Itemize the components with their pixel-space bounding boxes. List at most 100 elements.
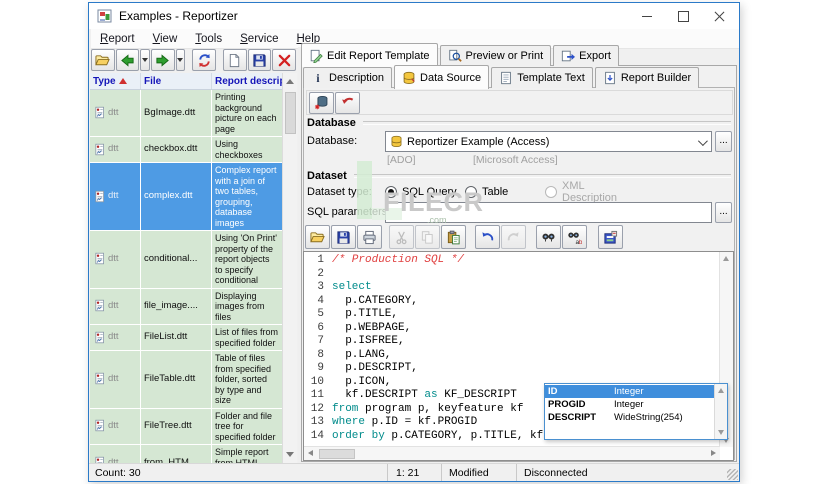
scroll-up-icon[interactable] (718, 388, 724, 393)
back-button[interactable] (115, 49, 140, 71)
save-icon (336, 230, 351, 245)
database-combo[interactable]: Reportizer Example (Access) (385, 131, 712, 152)
status-count: Count: 30 (89, 464, 388, 481)
scroll-left-icon[interactable] (308, 450, 313, 456)
refresh-button[interactable] (192, 49, 216, 71)
editor-horizontal-scrollbar[interactable] (304, 446, 720, 460)
chevron-down-icon[interactable] (697, 136, 708, 147)
scroll-down-icon[interactable] (718, 430, 724, 435)
export-data-button[interactable] (598, 225, 623, 249)
column-header-report-descripti[interactable]: Report descripti... (212, 73, 283, 89)
scroll-up-icon[interactable] (286, 79, 294, 84)
file-row-filetree-dtt[interactable]: dtt FileTree.dtt Folder and file tree for … (90, 408, 283, 445)
menu-view[interactable]: View (144, 33, 187, 45)
tab-export[interactable]: Export (553, 45, 619, 66)
undo-button[interactable] (475, 225, 500, 249)
find-button[interactable] (536, 225, 561, 249)
field-type: WideString(254) (614, 412, 683, 423)
save-sql-button[interactable] (331, 225, 356, 249)
scroll-thumb[interactable] (285, 92, 296, 134)
forward-dropdown-button[interactable] (175, 49, 186, 71)
sql-editor[interactable]: 1 /* Production SQL */ 2 3 select 4 p.CATEGOR… (303, 251, 734, 461)
menu-service[interactable]: Service (231, 33, 287, 45)
file-type-cell: dtt (90, 163, 141, 230)
scroll-thumb[interactable] (319, 449, 355, 459)
radio-table[interactable]: Table (465, 184, 545, 200)
radio-icon[interactable] (465, 186, 477, 198)
database-group-header: Database (307, 116, 731, 129)
tab-preview-or-print[interactable]: Preview or Print (439, 45, 552, 66)
code-line-4: 4 p.CATEGORY, (304, 295, 719, 309)
maximize-icon (677, 10, 689, 22)
copy-icon (420, 230, 435, 245)
sort-ascending-icon (118, 78, 127, 84)
scroll-right-icon[interactable] (711, 450, 716, 456)
popup-scrollbar[interactable] (714, 384, 727, 439)
tab-label: Template Text (517, 72, 585, 84)
tab-data-source[interactable]: Data Source (394, 65, 490, 89)
file-list-scrollbar[interactable] (282, 73, 297, 463)
file-description-cell: Folder and file tree for specified folde… (212, 408, 283, 444)
file-row-file-image[interactable]: dtt file_image.... Displaying images from … (90, 288, 283, 325)
resize-grip[interactable] (727, 469, 738, 480)
open-database-button[interactable] (309, 91, 334, 114)
print-button[interactable] (357, 225, 382, 249)
file-row-bgimage-dtt[interactable]: dtt BgImage.dtt Printing background pictur… (90, 90, 283, 137)
file-name-cell: conditional... (141, 231, 212, 288)
close-icon (714, 11, 725, 22)
delete-report-button[interactable] (272, 49, 297, 71)
preview-icon (448, 49, 462, 63)
scroll-down-icon[interactable] (286, 452, 294, 457)
database-combo-value: Reportizer Example (Access) (407, 135, 550, 148)
back-dropdown-button[interactable] (140, 49, 150, 71)
file-row-checkbox-dtt[interactable]: dtt checkbox.dtt Using checkboxes (90, 137, 283, 163)
tab-report-builder[interactable]: Report Builder (594, 67, 700, 88)
forward-button[interactable] (150, 49, 175, 71)
tab-description[interactable]: i Description (303, 67, 393, 88)
line-text: p.LANG, (332, 348, 392, 361)
file-row-complex-dtt[interactable]: dtt complex.dtt Complex report with a join… (90, 163, 283, 231)
template-text-icon (499, 71, 513, 85)
open-report-button[interactable] (91, 49, 115, 71)
close-button[interactable] (701, 3, 737, 29)
code-line-3: 3 select (304, 281, 719, 295)
column-header-type[interactable]: Type (90, 73, 141, 89)
minimize-button[interactable] (629, 3, 665, 29)
tab-template-text[interactable]: Template Text (491, 67, 593, 88)
dtt-file-icon (93, 190, 106, 204)
revert-button[interactable] (335, 91, 360, 114)
file-row-conditional[interactable]: dtt conditional... Using 'On Print' proper… (90, 231, 283, 289)
file-row-from-htm[interactable]: dttfrom_HTM...Simple report from HTML so… (90, 445, 283, 463)
completion-item-progid[interactable]: PROGID Integer (545, 398, 715, 411)
line-number: 8 (317, 348, 324, 361)
find-replace-button[interactable]: ab (562, 225, 587, 249)
file-row-filetable-dtt[interactable]: dtt FileTable.dtt Table of files from spec… (90, 351, 283, 409)
dtt-file-icon (93, 143, 106, 157)
database-group-label: Database (307, 116, 356, 129)
sql-parameters-browse-button[interactable]: ... (715, 202, 732, 223)
radio-sql-query[interactable]: SQL Query (385, 184, 465, 200)
line-text: /* Production SQL */ (332, 254, 465, 266)
menu-tools[interactable]: Tools (186, 33, 231, 45)
sql-parameters-input[interactable] (385, 202, 712, 223)
radio-icon[interactable] (385, 186, 397, 198)
completion-item-id[interactable]: ID Integer (545, 385, 715, 398)
title-bar[interactable]: Examples - Reportizer (89, 3, 739, 29)
tab-edit-report-template[interactable]: Edit Report Template (301, 43, 438, 67)
new-report-button[interactable] (222, 49, 247, 71)
database-browse-button[interactable]: ... (715, 131, 732, 152)
line-text: p.CATEGORY, (332, 294, 418, 307)
column-header-file[interactable]: File (141, 73, 212, 89)
scroll-up-icon[interactable] (723, 256, 729, 261)
field-name: DESCRIPT (548, 412, 597, 423)
paste-button[interactable] (441, 225, 466, 249)
completion-item-descript[interactable]: DESCRIPT WideString(254) (545, 411, 715, 424)
open-sql-button[interactable] (305, 225, 330, 249)
line-number: 14 (310, 429, 324, 442)
maximize-button[interactable] (665, 3, 701, 29)
menu-report[interactable]: Report (91, 33, 144, 45)
radio-label: XML Description (562, 180, 618, 204)
database-small-icon (391, 135, 402, 148)
file-row-filelist-dtt[interactable]: dtt FileList.dtt List of files from specif… (90, 325, 283, 351)
save-report-button[interactable] (247, 49, 272, 71)
